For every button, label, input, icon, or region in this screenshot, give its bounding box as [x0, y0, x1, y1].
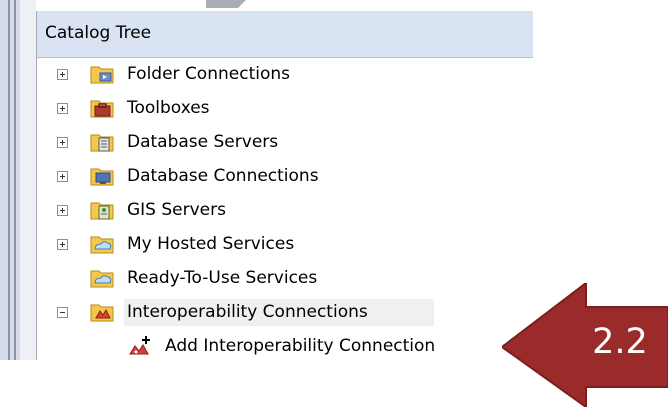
expand-icon[interactable] — [57, 205, 68, 216]
expand-icon[interactable] — [57, 239, 68, 250]
tree-item-toolboxes[interactable]: Toolboxes — [37, 92, 533, 126]
database-servers-icon — [90, 131, 114, 153]
tree-item-label: Interoperability Connections — [127, 302, 368, 322]
tree-item-gis-servers[interactable]: GIS Servers — [37, 194, 533, 228]
tree-item-add-interoperability-connection[interactable]: Add Interoperability Connection — [37, 330, 533, 364]
tree-item-label: Toolboxes — [127, 98, 210, 118]
tree-item-label: Ready-To-Use Services — [127, 268, 318, 288]
tree-item-label: GIS Servers — [127, 200, 226, 220]
collapse-icon[interactable] — [57, 307, 68, 318]
panel-title: Catalog Tree — [45, 23, 152, 43]
expand-icon[interactable] — [57, 103, 68, 114]
tree-item-ready-to-use-services[interactable]: Ready-To-Use Services — [37, 262, 533, 296]
tree-item-label: Database Connections — [127, 166, 319, 186]
panel-header: Catalog Tree — [37, 11, 533, 58]
add-interoperability-connection-icon — [128, 335, 152, 357]
tree-item-label: Folder Connections — [127, 64, 290, 84]
database-connections-icon — [90, 165, 114, 187]
interoperability-connections-icon — [90, 301, 114, 323]
tree-item-interoperability-connections[interactable]: Interoperability Connections — [37, 296, 533, 330]
catalog-tree-panel: Catalog Tree Folder Connections Toolboxe… — [36, 11, 533, 360]
tree-item-folder-connections[interactable]: Folder Connections — [37, 58, 533, 92]
tree-item-label: My Hosted Services — [127, 234, 295, 254]
gis-servers-icon — [90, 199, 114, 221]
tree-item-label: Database Servers — [127, 132, 279, 152]
expand-icon[interactable] — [57, 171, 68, 182]
expand-icon[interactable] — [57, 137, 68, 148]
toolboxes-icon — [90, 97, 114, 119]
top-border — [36, 0, 532, 11]
ready-to-use-services-icon — [90, 267, 114, 289]
hosted-services-icon — [90, 233, 114, 255]
expand-icon[interactable] — [57, 69, 68, 80]
tree-item-database-servers[interactable]: Database Servers — [37, 126, 533, 160]
tree-item-label: Add Interoperability Connection — [165, 336, 436, 356]
tree-item-database-connections[interactable]: Database Connections — [37, 160, 533, 194]
folder-connections-icon — [90, 63, 114, 85]
tree-item-my-hosted-services[interactable]: My Hosted Services — [37, 228, 533, 262]
callout-label: 2.2 — [592, 322, 648, 362]
left-window-frame — [0, 0, 36, 360]
